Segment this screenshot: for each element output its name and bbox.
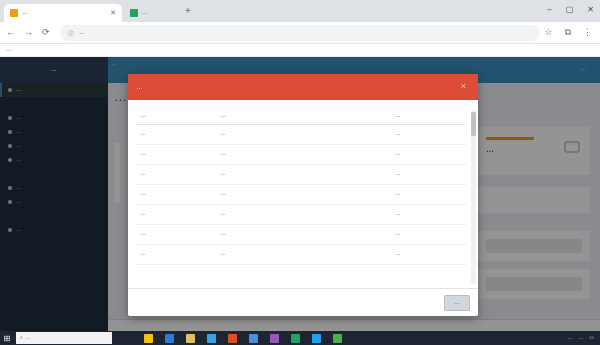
tab-favicon-icon <box>10 9 18 17</box>
tray-text[interactable]: … <box>567 335 572 341</box>
table-header-row: … … … <box>136 108 466 125</box>
table-row[interactable]: ……… <box>136 124 466 145</box>
cell-name: … <box>216 144 391 165</box>
modal-footer: … <box>128 288 478 316</box>
window-controls: – ▢ ✕ <box>547 5 594 14</box>
cell-code: … <box>136 124 216 145</box>
app-icon[interactable] <box>270 333 279 343</box>
new-tab-button[interactable]: + <box>185 6 191 17</box>
modal-close-icon[interactable]: × <box>461 81 466 91</box>
column-header: … <box>216 108 391 125</box>
app-icon[interactable] <box>312 333 321 343</box>
taskbar-search-placeholder: … <box>25 335 31 341</box>
cell-name: … <box>216 204 391 225</box>
extensions-icon[interactable]: ⧉ <box>565 27 571 38</box>
bookmark-item[interactable]: … <box>6 47 12 53</box>
tab-title: … <box>22 10 28 16</box>
cell-stock: … <box>391 124 466 145</box>
forward-icon[interactable]: → <box>24 27 33 38</box>
cell-stock: … <box>391 204 466 225</box>
tab-title: … <box>142 10 148 16</box>
table-row[interactable]: ……… <box>136 184 466 205</box>
mail-icon[interactable] <box>165 333 174 343</box>
cell-name: … <box>216 184 391 205</box>
windows-start-icon[interactable]: ⊞ <box>0 331 14 345</box>
app-icon[interactable] <box>228 333 237 343</box>
table-row[interactable]: ……… <box>136 144 466 165</box>
tab-close-icon[interactable]: ✕ <box>110 9 116 17</box>
scrollbar-thumb[interactable] <box>471 112 476 136</box>
minimize-button[interactable]: – <box>547 5 551 14</box>
cell-stock: … <box>391 164 466 185</box>
bookmarks-bar: … <box>0 44 600 57</box>
modal-scrollbar[interactable] <box>471 110 476 284</box>
app-icon[interactable] <box>291 333 300 343</box>
taskbar-search-input[interactable]: ⌕ … <box>16 332 112 344</box>
app-icon[interactable] <box>249 333 258 343</box>
back-icon[interactable]: ← <box>6 27 15 38</box>
table-row[interactable]: ……… <box>136 244 466 265</box>
nav-buttons: ← → ⟳ <box>6 27 50 38</box>
cell-code: … <box>136 244 216 265</box>
table-row[interactable]: ……… <box>136 204 466 225</box>
menu-kebab-icon[interactable]: ⋮ <box>583 27 592 38</box>
table-row[interactable]: ……… <box>136 164 466 185</box>
address-bar-row: ← → ⟳ ⓘ … ☆ ⧉ ⋮ <box>0 22 600 44</box>
search-icon: ⌕ <box>20 335 23 341</box>
cell-code: … <box>136 204 216 225</box>
cell-code: … <box>136 144 216 165</box>
items-table: … … … ……… ……… ……… ……… ……… ……… ……… <box>136 108 466 265</box>
close-window-button[interactable]: ✕ <box>587 5 594 14</box>
item-dialog: … × … … … ……… ……… ……… ……… ……… ……… ……… … <box>128 74 478 316</box>
notification-icon[interactable]: ▭ <box>589 335 594 341</box>
cell-name: … <box>216 164 391 185</box>
taskbar-apps <box>144 333 342 343</box>
maximize-button[interactable]: ▢ <box>566 5 574 14</box>
clock[interactable]: … <box>578 335 583 341</box>
reload-icon[interactable]: ⟳ <box>42 27 50 38</box>
cell-stock: … <box>391 224 466 245</box>
folder-icon[interactable] <box>186 333 195 343</box>
chrome-icon[interactable] <box>333 333 342 343</box>
cell-name: … <box>216 124 391 145</box>
url-text: … <box>79 30 86 36</box>
column-header: … <box>136 108 216 125</box>
cell-code: … <box>136 164 216 185</box>
browser-actions: ☆ ⧉ ⋮ <box>544 27 592 38</box>
os-taskbar: ⊞ ⌕ … … … ▭ <box>0 331 600 345</box>
cell-code: … <box>136 224 216 245</box>
browser-tab-bar: … ✕ … + – ▢ ✕ <box>0 0 600 22</box>
cell-stock: … <box>391 184 466 205</box>
site-info-icon[interactable]: ⓘ <box>68 29 74 38</box>
browser-tab-active[interactable]: … ✕ <box>4 4 122 22</box>
cell-code: … <box>136 184 216 205</box>
modal-title: … <box>136 83 143 91</box>
column-header: … <box>391 108 466 125</box>
modal-body: … … … ……… ……… ……… ……… ……… ……… ……… <box>136 108 470 284</box>
cell-name: … <box>216 224 391 245</box>
file-explorer-icon[interactable] <box>144 333 153 343</box>
url-input[interactable]: ⓘ … <box>60 25 540 41</box>
cell-stock: … <box>391 144 466 165</box>
table-row[interactable]: ……… <box>136 224 466 245</box>
close-button[interactable]: … <box>444 295 470 311</box>
tab-favicon-icon <box>130 9 138 17</box>
bookmark-star-icon[interactable]: ☆ <box>544 27 552 38</box>
modal-header: … <box>128 74 478 100</box>
browser-tab[interactable]: … <box>124 4 182 22</box>
cell-stock: … <box>391 244 466 265</box>
cell-name: … <box>216 244 391 265</box>
store-icon[interactable] <box>207 333 216 343</box>
system-tray: … … ▭ <box>567 335 600 341</box>
